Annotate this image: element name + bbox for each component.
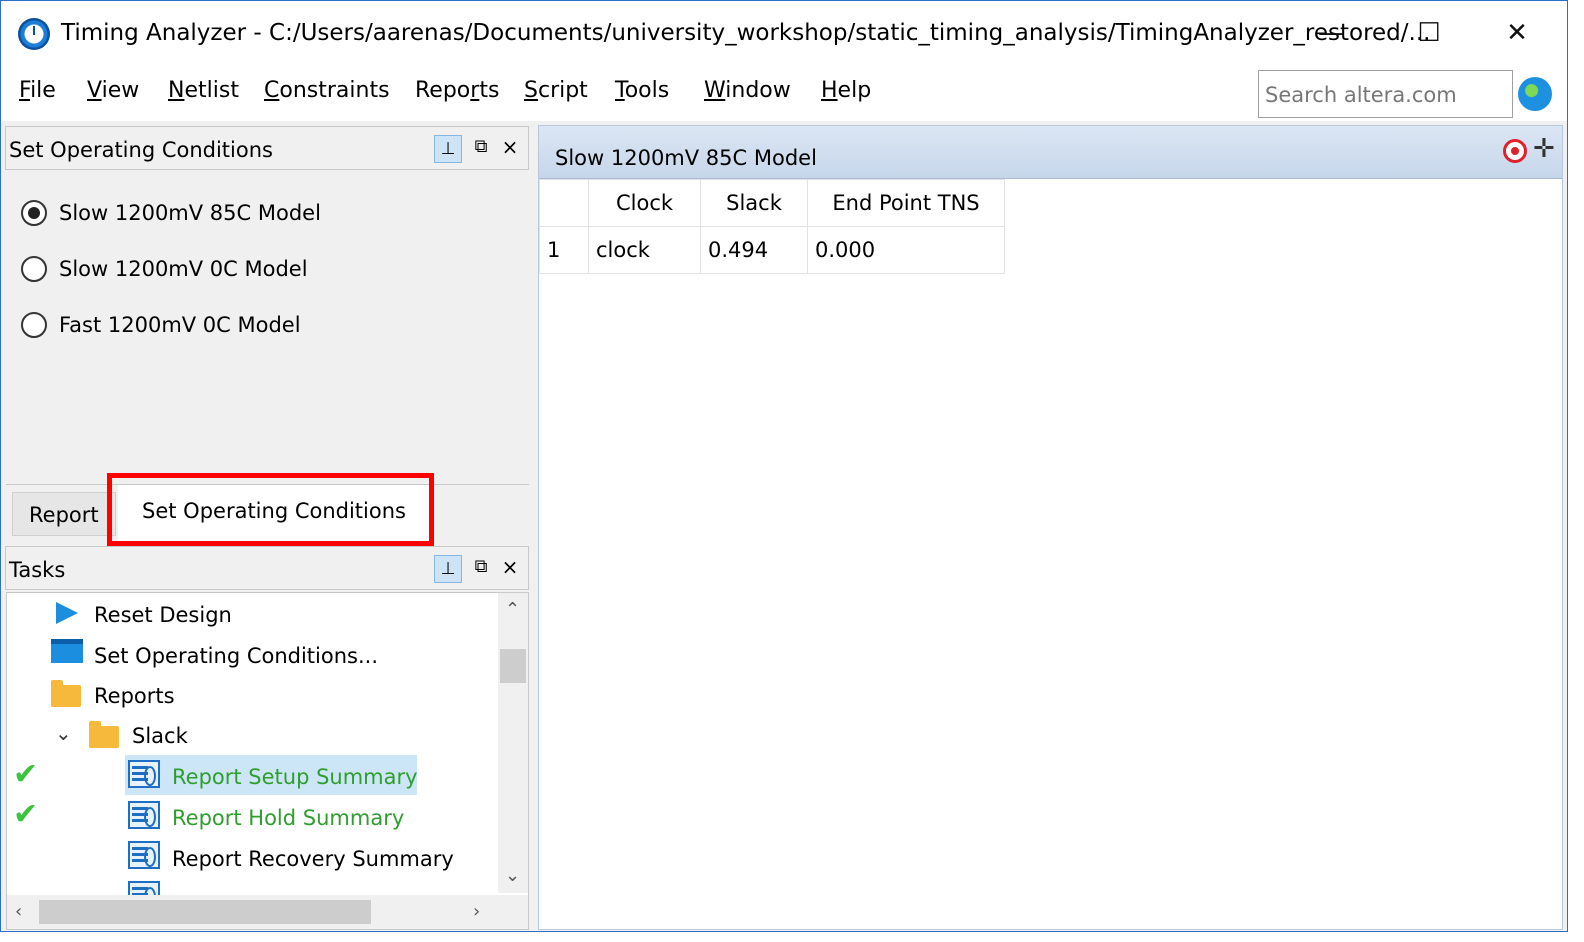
task-report-hold-summary[interactable]: Report Hold Summary [172,806,404,830]
minimize-button[interactable]: — [1301,13,1361,53]
vertical-scroll-thumb[interactable] [500,649,526,683]
pin-icon[interactable]: ⊥ [434,135,462,163]
menu-window[interactable]: Window [704,78,791,103]
operating-conditions-panel-title: Set Operating Conditions [9,138,273,162]
float-window-icon[interactable]: ⧉ [469,554,493,580]
results-panel-title: Slow 1200mV 85C Model [555,146,817,170]
row-index-cell: 1 [539,226,589,274]
checkmark-icon: ✔ [13,757,39,792]
menu-tools[interactable]: Tools [615,78,669,103]
timing-analyzer-window: Timing Analyzer - C:/Users/aarenas/Docum… [0,0,1568,932]
tasks-panel-title: Tasks [9,558,66,582]
task-report-recovery-summary[interactable]: Report Recovery Summary [172,847,454,871]
menu-constraints[interactable]: Constraints [264,78,390,103]
radio-label: Slow 1200mV 0C Model [59,257,308,281]
menu-script[interactable]: Script [524,78,588,103]
panel-close-icon[interactable]: × [498,134,522,160]
radio-button[interactable] [21,312,47,338]
folder-icon [51,680,81,707]
radio-label: Slow 1200mV 85C Model [59,201,321,225]
menu-file[interactable]: File [19,78,56,103]
scroll-down-icon[interactable]: ⌄ [505,865,520,886]
play-icon [56,602,78,624]
title-bar: Timing Analyzer - C:/Users/aarenas/Docum… [1,1,1567,63]
highlight-annotation-box [107,473,434,546]
maximize-button[interactable]: ☐ [1399,13,1459,53]
window-title: Timing Analyzer - C:/Users/aarenas/Docum… [61,20,1431,46]
slack-cell: 0.494 [700,226,808,274]
report-icon [128,760,160,788]
horizontal-scrollbar[interactable]: ‹ › [7,895,528,929]
table-header-row: Clock Slack End Point TNS [539,179,1005,227]
table-row[interactable]: 1 clock 0.494 0.000 [539,226,1005,274]
column-header-tns[interactable]: End Point TNS [807,179,1005,227]
menu-netlist[interactable]: Netlist [168,78,239,103]
scroll-left-icon[interactable]: ‹ [15,901,22,922]
task-slack-folder[interactable]: Slack [132,724,188,748]
folder-icon [89,721,119,748]
tns-cell: 0.000 [807,226,1005,274]
timing-analyzer-icon [18,18,50,50]
menu-bar: File View Netlist Constraints Reports Sc… [1,63,1567,121]
column-header-clock[interactable]: Clock [588,179,701,227]
column-header-slack[interactable]: Slack [700,179,808,227]
close-button[interactable]: ✕ [1487,13,1547,53]
search-input[interactable]: Search altera.com [1258,70,1513,118]
tab-report[interactable]: Report [12,492,116,536]
task-reset-design[interactable]: Reset Design [94,603,232,627]
tasks-panel-header: Tasks ⊥ ⧉ × [5,546,529,590]
horizontal-scroll-thumb[interactable] [39,900,371,924]
tasks-tree: Reset Design Set Operating Conditions...… [6,592,529,930]
results-panel: Slow 1200mV 85C Model ✛ Clock Slack End … [538,125,1563,930]
report-icon [128,801,160,829]
target-icon[interactable] [1503,139,1527,163]
vertical-scrollbar[interactable]: ⌃ ⌄ [498,593,528,893]
calendar-icon [51,639,83,663]
report-icon [128,841,160,869]
clock-cell: clock [588,226,701,274]
menu-reports[interactable]: Reports [415,78,499,103]
operating-conditions-panel-header: Set Operating Conditions ⊥ ⧉ × [5,126,529,170]
task-set-operating-conditions[interactable]: Set Operating Conditions... [94,644,378,668]
globe-icon[interactable] [1518,77,1552,111]
results-table: Clock Slack End Point TNS 1 clock 0.494 … [539,179,1005,274]
menu-help[interactable]: Help [821,78,871,103]
task-reports-folder[interactable]: Reports [94,684,175,708]
checkmark-icon: ✔ [13,797,39,832]
scroll-right-icon[interactable]: › [473,901,480,922]
panel-close-icon[interactable]: × [498,554,522,580]
chevron-down-icon[interactable]: ⌄ [55,721,72,745]
task-report-setup-summary[interactable]: Report Setup Summary [172,765,418,789]
pin-icon[interactable]: ⊥ [434,555,462,583]
results-panel-header: Slow 1200mV 85C Model ✛ [539,126,1562,179]
menu-view[interactable]: View [87,78,139,103]
scroll-up-icon[interactable]: ⌃ [505,599,520,620]
column-header-index[interactable] [539,179,589,227]
move-icon[interactable]: ✛ [1533,134,1555,164]
float-window-icon[interactable]: ⧉ [469,134,493,160]
radio-button[interactable] [21,256,47,282]
radio-label: Fast 1200mV 0C Model [59,313,301,337]
radio-button[interactable] [21,200,47,226]
